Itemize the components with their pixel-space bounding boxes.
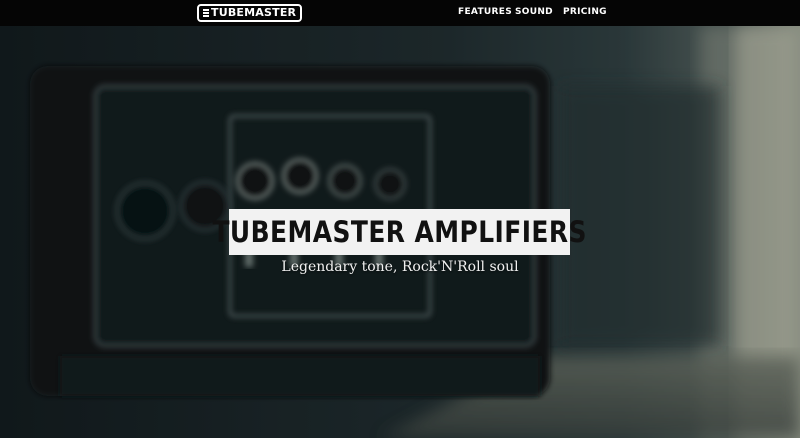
logo[interactable]: TUBEMASTER — [197, 3, 303, 22]
nav-link-pricing[interactable]: PRICING — [563, 7, 607, 17]
hero-title-box: TUBEMASTER AMPLIFIERS — [212, 209, 586, 255]
logo-lines-icon — [203, 8, 209, 18]
hero-section: TUBEMASTER AMPLIFIERS Legendary tone, Ro… — [0, 26, 800, 438]
navbar: TUBEMASTER FEATURES SOUND PRICING — [0, 0, 800, 26]
nav-link-features[interactable]: FEATURES — [458, 7, 512, 17]
hero-title: TUBEMASTER AMPLIFIERS — [212, 215, 587, 249]
hero-subtitle: Legendary tone, Rock'N'Roll soul — [281, 259, 519, 275]
nav-link-sound[interactable]: SOUND — [515, 7, 553, 17]
logo-text: TUBEMASTER — [211, 6, 297, 19]
logo-box: TUBEMASTER — [197, 3, 303, 22]
